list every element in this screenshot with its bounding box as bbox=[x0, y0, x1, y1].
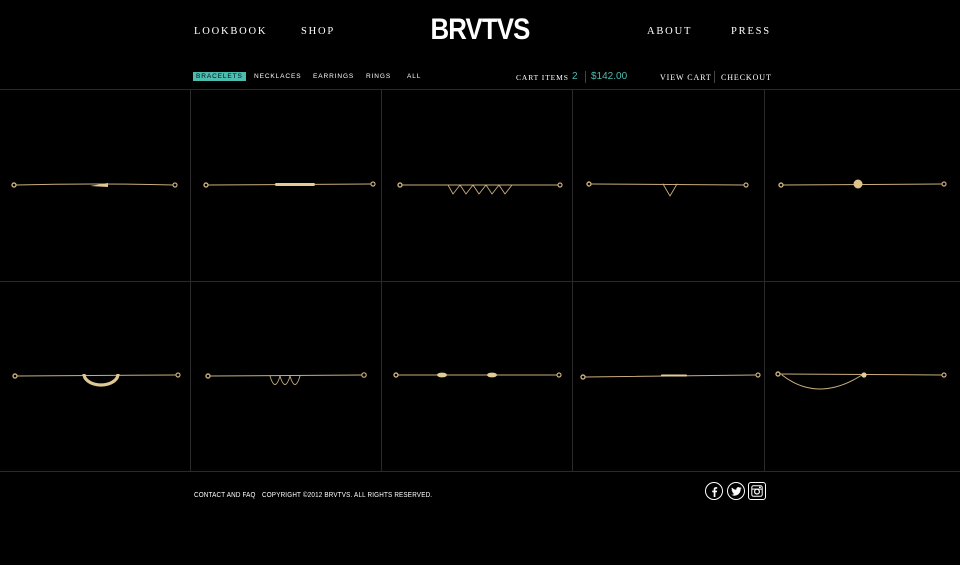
category-rings[interactable]: RINGS bbox=[366, 72, 391, 81]
product-tile-ball[interactable] bbox=[764, 90, 955, 281]
category-bracelets[interactable]: BRACELETS bbox=[193, 72, 246, 81]
category-all[interactable]: ALL bbox=[407, 72, 421, 81]
contact-faq-link[interactable]: CONTACT AND FAQ bbox=[194, 491, 256, 501]
product-tile-triple-zigzag[interactable] bbox=[382, 90, 573, 281]
cart-total: $142.00 bbox=[591, 71, 628, 82]
footer: CONTACT AND FAQ COPYRIGHT ©2012 BRVTVS. … bbox=[0, 472, 960, 565]
product-tile-draped-chain[interactable] bbox=[764, 281, 955, 472]
product-tile-bar-wedge[interactable] bbox=[0, 90, 191, 281]
grid-divider bbox=[0, 281, 960, 282]
category-necklaces[interactable]: NECKLACES bbox=[254, 72, 301, 81]
bracelet-image bbox=[397, 182, 563, 195]
cart-items-label: CART ITEMS bbox=[516, 73, 569, 82]
bracelet-image bbox=[778, 179, 947, 189]
bracelet-image bbox=[205, 372, 367, 385]
bracelet-image bbox=[393, 372, 562, 378]
cart-divider bbox=[585, 71, 586, 83]
instagram-icon[interactable] bbox=[748, 482, 766, 500]
nav-shop-link[interactable]: SHOP bbox=[301, 26, 335, 37]
bracelet-image bbox=[11, 182, 178, 188]
copyright-text: COPYRIGHT ©2012 BRVTVS. ALL RIGHTS RESER… bbox=[262, 492, 433, 499]
nav-about-link[interactable]: ABOUT bbox=[647, 26, 692, 37]
checkout-link[interactable]: CHECKOUT bbox=[721, 73, 772, 82]
product-tile-double-bead[interactable] bbox=[382, 281, 573, 472]
product-grid bbox=[0, 89, 960, 472]
bracelet-image bbox=[12, 372, 181, 387]
product-tile-single-v[interactable] bbox=[573, 90, 764, 281]
shop-subnav: BRACELETS NECKLACES EARRINGS RINGS ALL C… bbox=[0, 69, 960, 87]
view-cart-link[interactable]: VIEW CART bbox=[660, 73, 712, 82]
brand-logo[interactable]: BRVTVS bbox=[394, 14, 566, 46]
cart-divider bbox=[714, 71, 715, 83]
product-tile-half-circle[interactable] bbox=[0, 281, 191, 472]
cart-item-count: 2 bbox=[572, 71, 578, 82]
facebook-icon[interactable] bbox=[705, 482, 723, 500]
product-tile-thin-bar[interactable] bbox=[573, 281, 764, 472]
product-tile-long-bar[interactable] bbox=[191, 90, 382, 281]
nav-lookbook-link[interactable]: LOOKBOOK bbox=[194, 26, 267, 37]
bracelet-image bbox=[203, 181, 376, 188]
nav-press-link[interactable]: PRESS bbox=[731, 26, 771, 37]
bracelet-image bbox=[775, 371, 947, 390]
bracelet-image bbox=[580, 372, 761, 380]
twitter-icon[interactable] bbox=[727, 482, 745, 500]
top-navigation: LOOKBOOK SHOP BRVTVS ABOUT PRESS bbox=[0, 0, 960, 62]
category-earrings[interactable]: EARRINGS bbox=[313, 72, 354, 81]
product-tile-wave[interactable] bbox=[191, 281, 382, 472]
bracelet-image bbox=[586, 181, 749, 197]
